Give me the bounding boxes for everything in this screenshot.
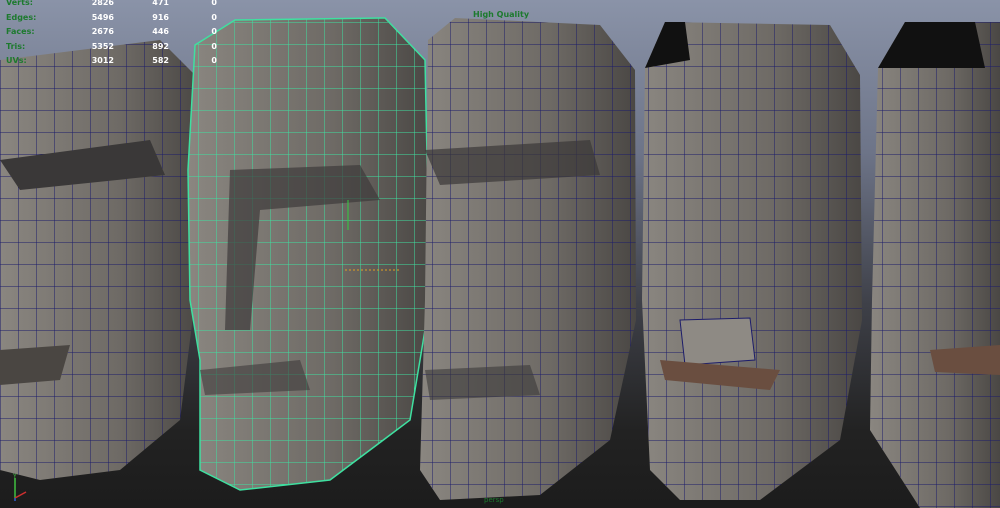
face-mesh-4[interactable] — [642, 22, 862, 500]
hud-extra: 0 — [211, 41, 217, 51]
hud-label: Edges: — [6, 12, 37, 22]
poly-count-hud: Verts: 2826 471 0 Edges: 5496 916 0 Face… — [6, 0, 217, 69]
hud-label: UVs: — [6, 56, 27, 65]
maya-viewport[interactable]: Verts: 2826 471 0 Edges: 5496 916 0 Face… — [0, 0, 1000, 508]
face-mesh-5[interactable] — [870, 22, 1000, 508]
hud-selected: 916 — [152, 12, 169, 22]
face-mesh-2-selected[interactable] — [187, 17, 431, 491]
face-mesh-1[interactable] — [0, 40, 200, 480]
hud-extra: 0 — [211, 0, 217, 7]
hud-selected: 892 — [152, 41, 169, 51]
hud-selected: 446 — [152, 27, 169, 36]
hud-extra: 0 — [211, 12, 217, 22]
hud-row-tris: Tris: 5352 892 0 — [6, 40, 217, 55]
hud-total: 5496 — [91, 12, 114, 22]
svg-text:Y: Y — [12, 473, 17, 480]
axis-gizmo-icon: Y — [12, 473, 27, 501]
hud-label: Verts: — [6, 0, 33, 7]
hud-extra: 0 — [211, 27, 217, 36]
hud-total: 5352 — [91, 41, 114, 51]
hud-row-faces: Faces: 2676 446 0 — [6, 25, 217, 40]
hud-total: 3012 — [91, 56, 114, 65]
face-mesh-3[interactable] — [420, 18, 636, 500]
hud-row-edges: Edges: 5496 916 0 — [6, 11, 217, 26]
hud-total: 2676 — [91, 27, 114, 36]
hud-row-uvs: UVs: 3012 582 0 — [6, 54, 217, 69]
camera-label: persp — [484, 496, 504, 504]
hud-selected: 471 — [152, 0, 169, 7]
hud-extra: 0 — [211, 56, 217, 65]
hud-row-verts: Verts: 2826 471 0 — [6, 0, 217, 11]
hud-total: 2826 — [91, 0, 114, 7]
hud-selected: 582 — [152, 56, 169, 65]
hud-label: Tris: — [6, 41, 26, 51]
hud-label: Faces: — [6, 27, 35, 36]
mesh-scene[interactable] — [0, 0, 1000, 508]
quality-label: High Quality — [473, 10, 530, 19]
